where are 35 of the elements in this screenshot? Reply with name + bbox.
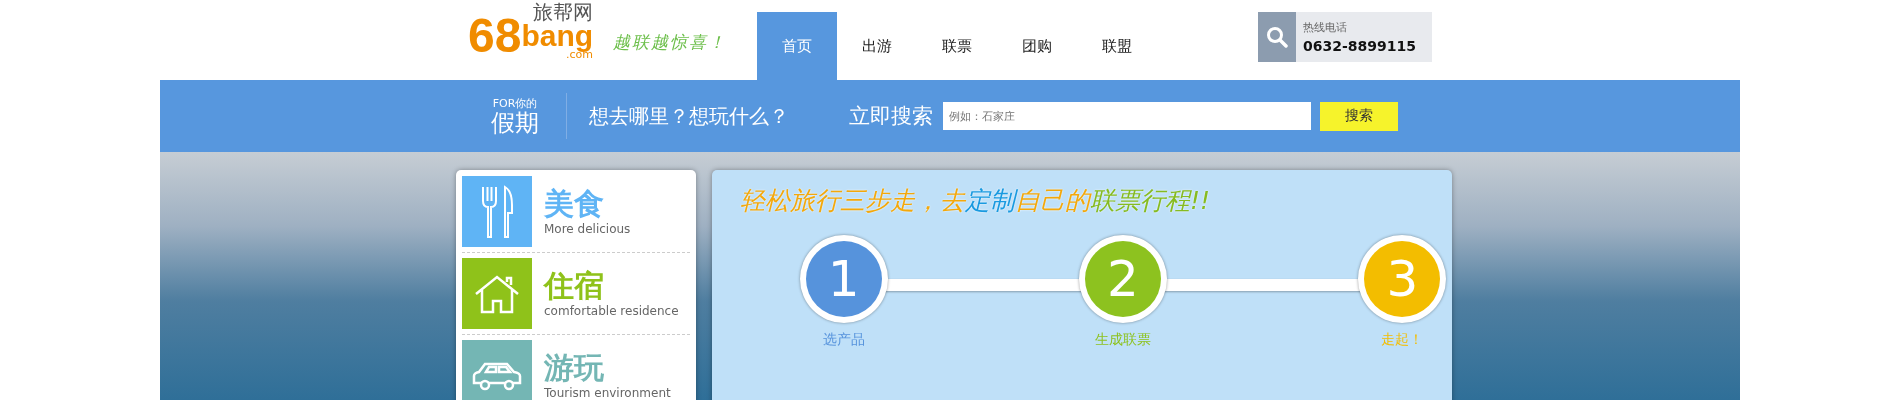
search-icon[interactable] [1258, 12, 1296, 62]
category-title[interactable]: 住宿 [544, 269, 679, 304]
step-label: 生成联票 [1095, 331, 1151, 349]
category-tile[interactable] [462, 258, 532, 329]
fork-knife-icon [480, 184, 514, 239]
house-icon [473, 273, 521, 314]
hotline-label: 热线电话 [1303, 20, 1348, 35]
step-circle[interactable]: 1 [799, 235, 888, 323]
question-text: 想去哪里？想玩什么？ [589, 102, 790, 130]
category-tile[interactable] [462, 176, 532, 247]
for-label: FOR你的 [492, 95, 538, 111]
category-subtitle: More delicious [544, 221, 631, 236]
search-field[interactable]: 例如：石家庄 [943, 102, 1311, 130]
logo-digits: 68 [468, 12, 522, 60]
category-title[interactable]: 美食 [544, 187, 631, 222]
category-subtitle: comfortable residence [544, 303, 679, 318]
nav-tab[interactable]: 出游 [837, 12, 918, 80]
steps-title: 轻松旅行三步走，去定制自己的联票行程!! [740, 185, 1212, 217]
search-prompt: 立即搜索 [849, 103, 933, 130]
step-label: 选产品 [822, 331, 865, 349]
slogan: 越联越惊喜！ [613, 31, 728, 54]
logo-chinese: 旅帮网 [533, 2, 594, 22]
step-circle[interactable]: 3 [1358, 235, 1447, 323]
category-title[interactable]: 游玩 [544, 351, 671, 386]
category-tile[interactable] [462, 340, 532, 400]
holiday-label: 假期 [491, 110, 539, 137]
hotline-number: 0632-8899115 [1303, 38, 1416, 54]
nav-tab[interactable]: 联盟 [1077, 12, 1158, 80]
nav-tab[interactable]: 首页 [757, 12, 838, 80]
step-label: 走起！ [1381, 331, 1424, 349]
category-subtitle: Tourism environment [544, 385, 671, 400]
step-circle[interactable]: 2 [1079, 235, 1167, 323]
nav-tab[interactable]: 联票 [917, 12, 998, 80]
search-button[interactable]: 搜索 [1320, 101, 1398, 131]
nav-tab[interactable]: 团购 [997, 12, 1078, 80]
